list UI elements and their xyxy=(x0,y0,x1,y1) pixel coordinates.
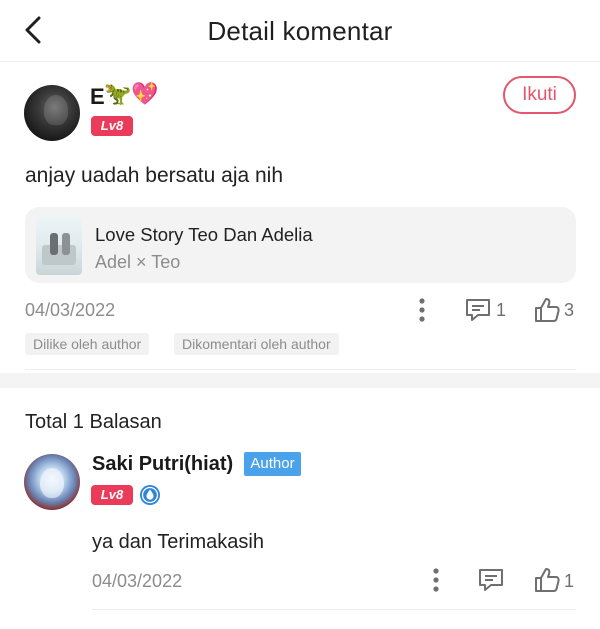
replies-total: Total 1 Balasan xyxy=(25,411,162,433)
reply-count: 1 xyxy=(496,300,507,320)
reply-date: 04/03/2022 xyxy=(92,571,183,591)
story-title: Love Story Teo Dan Adelia xyxy=(95,224,313,245)
story-authors: Adel × Teo xyxy=(95,252,181,272)
tag-liked-by-author: Dilike oleh author xyxy=(25,333,150,355)
author-badge: Author xyxy=(244,452,301,476)
tag-commented-by-author: Dikomentari oleh author xyxy=(174,333,339,355)
comment-icon[interactable] xyxy=(477,567,505,593)
comment-username[interactable]: E xyxy=(90,84,105,110)
divider xyxy=(25,369,576,370)
level-badge: Lv8 xyxy=(91,116,133,136)
page-title: Detail komentar xyxy=(207,16,393,46)
reply-text: ya dan Terimakasih xyxy=(92,531,264,553)
follow-button[interactable]: Ikuti xyxy=(503,76,576,114)
like-count: 3 xyxy=(564,300,575,320)
divider xyxy=(92,609,576,610)
level-badge: Lv8 xyxy=(91,485,133,505)
like-count: 1 xyxy=(564,571,575,591)
comment-date: 04/03/2022 xyxy=(25,300,116,320)
thumbs-up-icon[interactable] xyxy=(533,296,561,324)
comment-text: anjay uadah bersatu aja nih xyxy=(25,164,284,187)
reply-avatar[interactable] xyxy=(24,454,80,510)
verified-drop-icon xyxy=(140,485,160,505)
more-vertical-icon[interactable] xyxy=(414,297,430,323)
comment-icon[interactable] xyxy=(464,297,492,323)
story-card[interactable]: Love Story Teo Dan Adelia Adel × Teo xyxy=(25,207,576,283)
story-cover xyxy=(36,215,82,275)
thumbs-up-icon[interactable] xyxy=(533,566,561,594)
reply-username[interactable]: Saki Putri(hiat) xyxy=(92,453,233,476)
avatar[interactable] xyxy=(24,85,80,141)
username-emoji: 🦖 xyxy=(104,82,132,107)
section-divider xyxy=(0,373,600,388)
username-emoji: 💖 xyxy=(131,82,159,107)
top-bar: Detail komentar xyxy=(0,0,600,62)
more-vertical-icon[interactable] xyxy=(428,567,444,593)
